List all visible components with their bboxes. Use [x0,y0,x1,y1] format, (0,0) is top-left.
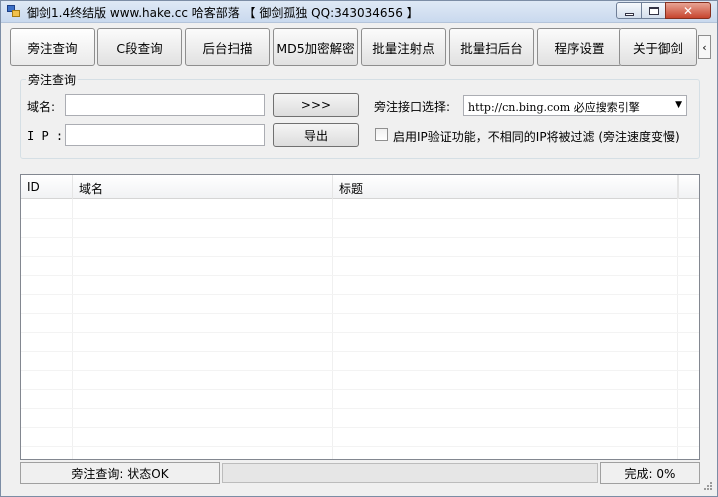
maximize-icon [648,6,659,15]
tab-md5[interactable]: MD5加密解密 [273,28,358,66]
interface-selected-value: http://cn.bing.com 必应搜索引擎 [468,101,640,114]
minimize-button[interactable] [616,2,642,19]
chevron-down-icon: ▼ [675,100,682,110]
column-header-title[interactable]: 标题 [333,175,678,199]
tab-side-lookup[interactable]: 旁注查询 [10,28,95,66]
maximize-button[interactable] [641,2,666,19]
results-list[interactable]: ID 域名 标题 [20,174,700,460]
query-go-button[interactable]: >>> [273,93,359,117]
domain-label: 域名: [27,100,56,114]
tab-c-segment[interactable]: C段查询 [97,28,182,66]
grid-line [21,237,699,238]
ip-verify-label[interactable]: 启用IP验证功能，不相同的IP将被过滤 (旁注速度变慢) [393,128,680,145]
lookup-group-title: 旁注查询 [26,71,79,88]
header-filler [678,175,699,199]
grid-line [21,370,699,371]
column-header-domain[interactable]: 域名 [73,175,333,199]
grid-line [72,199,73,459]
tab-about[interactable]: 关于御剑 [619,28,697,66]
status-text: 旁注查询: 状态OK [20,462,220,484]
tab-batch-admin[interactable]: 批量扫后台 [449,28,534,66]
tab-batch-injection[interactable]: 批量注射点 [361,28,446,66]
progress-bar [222,463,598,483]
ip-input[interactable] [65,124,265,146]
results-header: ID 域名 标题 [21,175,699,199]
grid-line [21,313,699,314]
interface-select[interactable]: http://cn.bing.com 必应搜索引擎 ▼ [463,95,687,116]
grid-line [21,351,699,352]
close-button[interactable]: ✕ [665,2,711,19]
resize-grip-icon[interactable] [701,481,713,493]
grid-line [21,408,699,409]
ip-verify-checkbox[interactable] [375,128,388,141]
grid-line [21,275,699,276]
grid-line [677,199,678,459]
grid-line [21,218,699,219]
app-icon [7,5,21,18]
interface-label: 旁注接口选择: [374,100,451,114]
main-window: 御剑1.4终结版 www.hake.cc 哈客部落 【 御剑孤独 QQ:3430… [0,0,718,497]
close-icon: ✕ [682,3,694,18]
chevron-left-icon: ‹ [702,40,707,54]
grid-line [21,427,699,428]
window-title: 御剑1.4终结版 www.hake.cc 哈客部落 【 御剑孤独 QQ:3430… [27,6,419,20]
ip-label: I P : [27,129,64,143]
grid-line [21,446,699,447]
tab-scroll-left-button[interactable]: ‹ [698,35,711,59]
title-bar[interactable]: 御剑1.4终结版 www.hake.cc 哈客部落 【 御剑孤独 QQ:3430… [1,1,717,23]
domain-input[interactable] [65,94,265,116]
export-button[interactable]: 导出 [273,123,359,147]
lookup-group [20,79,700,159]
minimize-icon [624,12,634,16]
grid-line [21,389,699,390]
grid-line [332,199,333,459]
grid-line [21,332,699,333]
column-header-id[interactable]: ID [21,175,73,199]
tab-settings[interactable]: 程序设置 [537,28,622,66]
grid-line [21,294,699,295]
grid-line [21,256,699,257]
tab-admin-scan[interactable]: 后台扫描 [185,28,270,66]
completion-text: 完成: 0% [600,462,700,484]
